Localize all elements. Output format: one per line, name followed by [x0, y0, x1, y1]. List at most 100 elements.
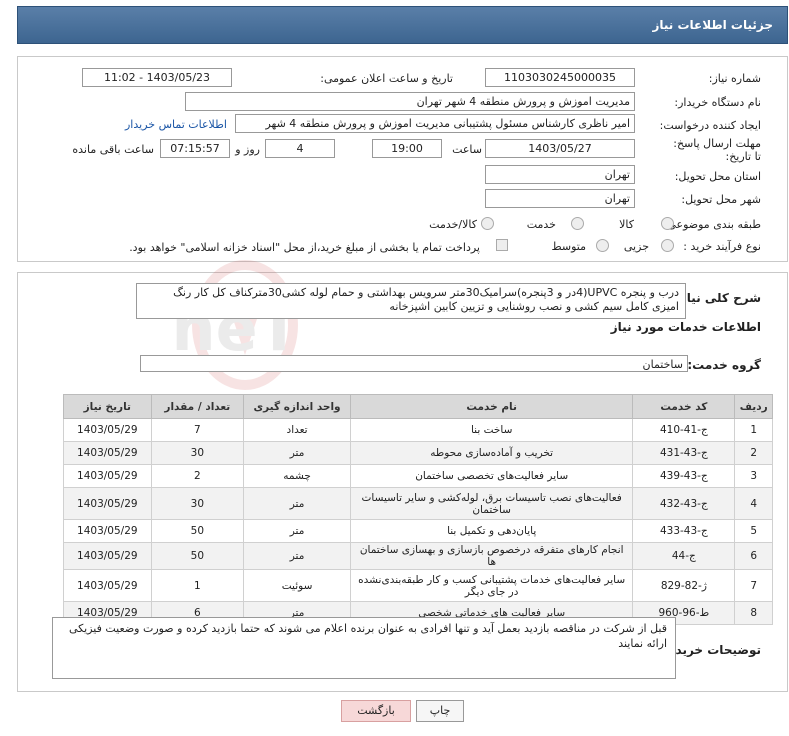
- deadline-date-field: 1403/05/27: [485, 139, 635, 158]
- service-name: تخریب و آماده‌سازی محوطه: [350, 441, 634, 465]
- back-button[interactable]: بازگشت: [341, 700, 411, 722]
- category-label: طبقه بندی موضوعی:: [663, 218, 761, 231]
- service-name: فعالیت‌های نصب تاسیسات برق، لوله‌کشی و س…: [350, 487, 634, 520]
- row-number: 7: [734, 569, 773, 602]
- buyer-org-field: مدیریت اموزش و پرورش منطقه 4 شهر تهران: [185, 92, 635, 111]
- print-button[interactable]: چاپ: [416, 700, 464, 722]
- service-code: ج-43-439: [632, 464, 736, 488]
- category-option-goods-service: کالا/خدمت: [429, 218, 477, 231]
- service-group-field: ساختمان: [140, 355, 688, 372]
- announce-label: تاریخ و ساعت اعلان عمومی:: [320, 72, 453, 85]
- quantity: 30: [150, 441, 245, 465]
- need-date: 1403/05/29: [63, 487, 152, 520]
- category-option-goods: کالا: [619, 218, 634, 231]
- table-row: 6 ج-44 انجام کارهای متفرقه درخصوص بازساز…: [63, 542, 773, 570]
- category-radio-goods[interactable]: [661, 217, 674, 230]
- process-radio-minor[interactable]: [661, 239, 674, 252]
- page-title: جزئیات اطلاعات نیاز: [652, 18, 773, 32]
- service-name: سایر فعالیت‌های خدمات پشتیبانی کسب و کار…: [350, 569, 634, 602]
- process-option-minor: جزیی: [623, 240, 649, 253]
- service-name: انجام کارهای متفرقه درخصوص بازسازی و بهس…: [350, 542, 634, 570]
- row-number: 5: [734, 519, 773, 543]
- quantity: 7: [150, 418, 245, 442]
- province-label: استان محل تحویل:: [674, 170, 761, 183]
- row-number: 2: [734, 441, 773, 465]
- creator-label: ایجاد کننده درخواست:: [659, 119, 761, 132]
- col-code-header: کد خدمت: [632, 394, 736, 419]
- table-row: 2 ج-43-431 تخریب و آماده‌سازی محوطه متر …: [63, 441, 773, 465]
- table-header-row: ردیف کد خدمت نام خدمت واحد اندازه گیری ت…: [63, 394, 773, 419]
- table-row: 4 ج-43-432 فعالیت‌های نصب تاسیسات برق، ل…: [63, 487, 773, 520]
- buyer-org-label: نام دستگاه خریدار:: [674, 96, 761, 109]
- quantity: 50: [150, 542, 245, 570]
- col-row-header: ردیف: [734, 394, 773, 419]
- service-name: ساخت بنا: [350, 418, 634, 442]
- need-date: 1403/05/29: [63, 441, 152, 465]
- need-date: 1403/05/29: [63, 418, 152, 442]
- remaining-label: ساعت باقی مانده: [72, 143, 154, 156]
- category-option-service: خدمت: [526, 218, 556, 231]
- col-unit-header: واحد اندازه گیری: [243, 394, 352, 419]
- payment-note: پرداخت تمام یا بخشی از مبلغ خرید،از محل …: [129, 241, 480, 254]
- service-code: ج-44: [632, 542, 736, 570]
- need-date: 1403/05/29: [63, 542, 152, 570]
- service-code: ژ-82-829: [632, 569, 736, 602]
- announce-field: 1403/05/23 - 11:02: [82, 68, 232, 87]
- city-label: شهر محل تحویل:: [681, 193, 761, 206]
- service-code: ج-43-432: [632, 487, 736, 520]
- page-header: جزئیات اطلاعات نیاز: [17, 6, 788, 44]
- service-name: پایان‌دهی و تکمیل بنا: [350, 519, 634, 543]
- days-label: روز و: [235, 143, 260, 156]
- row-number: 4: [734, 487, 773, 520]
- category-radio-service[interactable]: [571, 217, 584, 230]
- table-row: 7 ژ-82-829 سایر فعالیت‌های خدمات پشتیبان…: [63, 569, 773, 602]
- need-date: 1403/05/29: [63, 464, 152, 488]
- unit: تعداد: [243, 418, 352, 442]
- remaining-time-field: 07:15:57: [160, 139, 230, 158]
- unit: متر: [243, 441, 352, 465]
- row-number: 8: [734, 601, 773, 625]
- time-label: ساعت: [452, 143, 482, 156]
- need-date: 1403/05/29: [63, 569, 152, 602]
- category-radio-goods-service[interactable]: [481, 217, 494, 230]
- province-field: تهران: [485, 165, 635, 184]
- col-qty-header: تعداد / مقدار: [150, 394, 245, 419]
- row-number: 1: [734, 418, 773, 442]
- service-code: ج-43-431: [632, 441, 736, 465]
- unit: چشمه: [243, 464, 352, 488]
- summary-label: شرح کلی نیاز:: [675, 291, 761, 305]
- service-code: ج-43-433: [632, 519, 736, 543]
- process-radio-medium[interactable]: [596, 239, 609, 252]
- payment-checkbox[interactable]: [496, 239, 508, 251]
- buyer-notes-textarea: قبل از شرکت در مناقصه بازدید بعمل آید و …: [52, 617, 676, 679]
- unit: متر: [243, 519, 352, 543]
- deadline-time-field: 19:00: [372, 139, 442, 158]
- col-date-header: تاریخ نیاز: [63, 394, 152, 419]
- row-number: 6: [734, 542, 773, 570]
- need-number-label: شماره نیاز:: [708, 72, 761, 85]
- need-date: 1403/05/29: [63, 519, 152, 543]
- services-table: ردیف کد خدمت نام خدمت واحد اندازه گیری ت…: [63, 394, 773, 625]
- service-name: سایر فعالیت‌های تخصصی ساختمان: [350, 464, 634, 488]
- table-row: 1 ج-41-410 ساخت بنا تعداد 7 1403/05/29: [63, 418, 773, 442]
- unit: متر: [243, 542, 352, 570]
- service-code: ج-41-410: [632, 418, 736, 442]
- quantity: 1: [150, 569, 245, 602]
- quantity: 2: [150, 464, 245, 488]
- services-section-title: اطلاعات خدمات مورد نیاز: [610, 320, 761, 334]
- days-field: 4: [265, 139, 335, 158]
- process-label: نوع فرآیند خرید :: [683, 240, 761, 253]
- need-number-field: 1103030245000035: [485, 68, 635, 87]
- quantity: 50: [150, 519, 245, 543]
- quantity: 30: [150, 487, 245, 520]
- unit: سوئیت: [243, 569, 352, 602]
- table-row: 3 ج-43-439 سایر فعالیت‌های تخصصی ساختمان…: [63, 464, 773, 488]
- city-field: تهران: [485, 189, 635, 208]
- col-name-header: نام خدمت: [350, 394, 634, 419]
- contact-info-link[interactable]: اطلاعات تماس خریدار: [125, 118, 227, 131]
- summary-textarea: درب و پنجره UPVC(4در و 3پنجره)سرامیک30مت…: [136, 283, 686, 319]
- unit: متر: [243, 487, 352, 520]
- creator-field: امیر ناظری کارشناس مسئول پشتیبانی مدیریت…: [235, 114, 635, 133]
- deadline-label: مهلت ارسال پاسخ: تا تاریخ:: [673, 137, 761, 163]
- process-option-medium: متوسط: [551, 240, 586, 253]
